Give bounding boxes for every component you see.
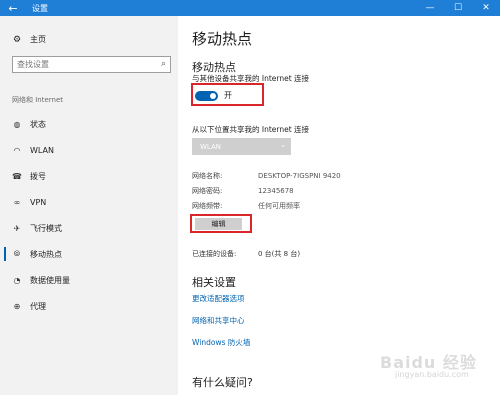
sidebar-item-airplane-mode[interactable]: ✈ 飞行模式 — [0, 215, 178, 241]
share-from-label: 从以下位置共享我的 Internet 连接 — [192, 125, 310, 134]
network-name-key: 网络名称: — [192, 172, 223, 180]
edit-button[interactable]: 编辑 — [195, 218, 242, 230]
sidebar-item-label: WLAN — [30, 145, 55, 155]
sidebar-item-vpn[interactable]: ∞ VPN — [0, 189, 178, 215]
network-password-key: 网络密码: — [192, 187, 223, 195]
hotspot-toggle[interactable] — [195, 91, 218, 101]
search-icon[interactable]: ⌕ — [161, 59, 166, 69]
sidebar-item-status[interactable]: ◍ 状态 — [0, 111, 178, 137]
globe-icon: ◍ — [13, 119, 21, 129]
window-controls: — ☐ ✕ — [416, 0, 500, 16]
connected-devices-value: 0 台(共 8 台) — [258, 250, 301, 258]
data-usage-icon: ◔ — [13, 275, 21, 285]
search-input[interactable] — [13, 60, 148, 69]
arrow-left-icon: ← — [8, 1, 18, 15]
network-password-value: 12345678 — [258, 187, 294, 195]
sidebar-item-proxy[interactable]: ⊕ 代理 — [0, 293, 178, 319]
share-from-value: WLAN — [200, 142, 222, 151]
share-from-select[interactable]: WLAN ⌄ — [192, 138, 291, 155]
network-name-value: DESKTOP-7IGSPNI 9420 — [258, 172, 341, 180]
sidebar-home[interactable]: ⚙ 主页 — [12, 34, 46, 45]
hotspot-icon: ⦾ — [13, 249, 21, 258]
connected-devices-row: 已连接的设备: 0 台(共 8 台) — [192, 249, 300, 259]
link-network-sharing-center[interactable]: 网络和共享中心 — [192, 315, 245, 326]
close-button[interactable]: ✕ — [472, 0, 500, 16]
connected-devices-key: 已连接的设备: — [192, 250, 237, 258]
active-indicator — [4, 247, 6, 261]
questions-title: 有什么疑问? — [192, 376, 253, 389]
window-title: 设置 — [32, 3, 48, 13]
vpn-icon: ∞ — [13, 197, 21, 207]
highlight-box-toggle: 开 — [191, 83, 264, 106]
sidebar-item-label: VPN — [30, 197, 47, 207]
sidebar-section-label: 网络和 Internet — [12, 96, 64, 104]
title-bar: ← 设置 — ☐ ✕ — [0, 0, 500, 16]
chevron-down-icon: ⌄ — [280, 141, 286, 149]
sidebar-item-label: 状态 — [30, 119, 46, 129]
maximize-button[interactable]: ☐ — [444, 0, 472, 16]
sidebar-item-label: 数据使用量 — [30, 275, 70, 285]
related-settings-title: 相关设置 — [192, 276, 236, 289]
phone-icon: ☎ — [12, 171, 22, 181]
watermark-url: jingyan.baidu.com — [395, 370, 469, 379]
link-adapter-options[interactable]: 更改适配器选项 — [192, 293, 245, 304]
toggle-state-label: 开 — [224, 91, 232, 100]
sidebar-item-label: 飞行模式 — [30, 223, 62, 233]
sidebar-item-mobile-hotspot[interactable]: ⦾ 移动热点 — [0, 241, 178, 267]
search-box[interactable]: ⌕ — [12, 56, 171, 73]
sidebar-item-dialup[interactable]: ☎ 拨号 — [0, 163, 178, 189]
main-content: 移动热点 移动热点 与其他设备共享我的 Internet 连接 开 从以下位置共… — [190, 16, 500, 395]
network-band-value: 任何可用频率 — [258, 202, 300, 210]
link-windows-firewall[interactable]: Windows 防火墙 — [192, 337, 250, 348]
network-password-row: 网络密码: 12345678 — [192, 186, 294, 196]
network-band-row: 网络频带: 任何可用频率 — [192, 201, 300, 211]
sidebar-item-data-usage[interactable]: ◔ 数据使用量 — [0, 267, 178, 293]
back-button[interactable]: ← — [0, 0, 26, 16]
network-name-row: 网络名称: DESKTOP-7IGSPNI 9420 — [192, 171, 341, 181]
globe-icon: ⊕ — [13, 301, 21, 311]
airplane-icon: ✈ — [13, 223, 21, 233]
sidebar-item-label: 拨号 — [30, 171, 46, 181]
gear-icon: ⚙ — [12, 34, 22, 45]
page-title: 移动热点 — [192, 30, 253, 48]
wifi-icon: ◠ — [13, 145, 21, 155]
sidebar-item-label: 移动热点 — [30, 249, 62, 259]
sidebar-home-label: 主页 — [30, 35, 46, 44]
sidebar-item-label: 代理 — [30, 301, 46, 311]
sidebar-item-wlan[interactable]: ◠ WLAN — [0, 137, 178, 163]
sidebar: ⚙ 主页 ⌕ 网络和 Internet ◍ 状态 ◠ WLAN ☎ 拨号 ∞ V… — [0, 16, 178, 395]
network-band-key: 网络频带: — [192, 202, 223, 210]
highlight-box-edit: 编辑 — [190, 214, 252, 233]
minimize-button[interactable]: — — [416, 0, 444, 16]
sidebar-nav: ◍ 状态 ◠ WLAN ☎ 拨号 ∞ VPN ✈ 飞行模式 ⦾ 移动热点 ◔ 数… — [0, 111, 178, 319]
